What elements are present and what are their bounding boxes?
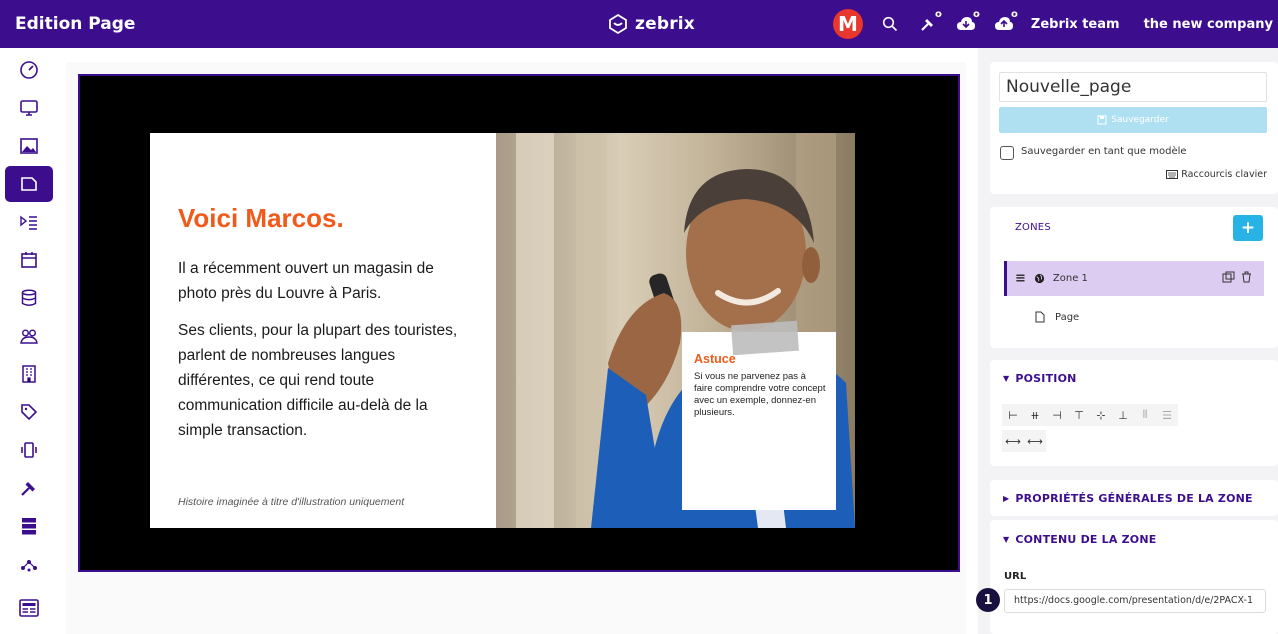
- sidebar-item-tools[interactable]: [5, 470, 53, 506]
- slide-title: Voici Marcos.: [178, 203, 344, 233]
- zone-properties-toggle[interactable]: ▶ PROPRIÉTÉS GÉNÉRALES DE LA ZONE: [1003, 492, 1253, 505]
- zone-name: Zone 1: [1052, 273, 1088, 284]
- calendar-icon: [21, 252, 37, 268]
- tools-icon[interactable]: o: [917, 9, 942, 35]
- playlist-icon: [20, 215, 37, 230]
- slide-paragraph-2: Ses clients, pour la plupart des tourist…: [178, 322, 458, 439]
- page-label: Page: [1055, 311, 1080, 323]
- tip-title: Astuce: [694, 352, 736, 366]
- file-icon: [1035, 311, 1045, 323]
- building-icon: [22, 365, 36, 383]
- cloud-download-icon[interactable]: o: [955, 9, 980, 35]
- save-template-label: Sauvegarder en tant que modèle: [1021, 146, 1187, 157]
- sidebar-item-organization[interactable]: [5, 356, 53, 392]
- stretch-width-icon[interactable]: ⟷: [1002, 430, 1024, 452]
- zones-title: ZONES: [1015, 222, 1051, 233]
- dashboard-icon: [20, 61, 38, 79]
- slide-caption: Histoire imaginée à titre d'illustration…: [178, 496, 405, 508]
- sidebar-item-playlists[interactable]: [5, 204, 53, 240]
- url-label: URL: [1004, 571, 1027, 582]
- monitor-icon: [20, 100, 38, 116]
- sidebar-item-calendar[interactable]: [5, 242, 53, 278]
- caret-down-icon: ▼: [1003, 535, 1010, 544]
- stretch-height-icon[interactable]: ⟷: [1024, 430, 1046, 452]
- align-center-horizontal-icon[interactable]: ⧺: [1024, 404, 1046, 426]
- tag-icon: [21, 404, 38, 421]
- sidebar-item-servers[interactable]: [5, 508, 53, 544]
- align-bottom-icon[interactable]: ⊥: [1112, 404, 1134, 426]
- page-name-input[interactable]: Nouvelle_page: [999, 72, 1267, 102]
- network-icon: [21, 560, 37, 572]
- slide-text-block: Voici Marcos. Il a récemment ouvert un m…: [150, 133, 496, 528]
- save-icon: [1097, 115, 1107, 125]
- server-icon: [22, 518, 36, 535]
- align-center-vertical-icon[interactable]: ⊹: [1090, 404, 1112, 426]
- sidebar-item-data[interactable]: [5, 280, 53, 316]
- tip-text: Si vous ne parvenez pas à faire comprend…: [694, 371, 826, 418]
- database-icon: [21, 289, 37, 306]
- keyboard-shortcuts-link[interactable]: Raccourcis clavier: [1166, 169, 1267, 180]
- copy-icon[interactable]: [1222, 271, 1235, 283]
- page-icon: [21, 177, 37, 191]
- position-section-toggle[interactable]: ▼ POSITION: [1003, 372, 1077, 385]
- search-icon[interactable]: [879, 13, 901, 35]
- brand-logo[interactable]: zebrix: [607, 10, 695, 38]
- alignment-toolbar: ⊢ ⧺ ⊣ ⊤ ⊹ ⊥ ⦀ ☰ ⟷ ⟷: [1002, 404, 1240, 456]
- slide-paragraph-1: Il a récemment ouvert un magasin de phot…: [178, 260, 434, 302]
- align-left-icon[interactable]: ⊢: [1002, 404, 1024, 426]
- caret-down-icon: ▼: [1003, 374, 1010, 383]
- sidebar-item-network[interactable]: [5, 546, 53, 582]
- align-top-icon[interactable]: ⊤: [1068, 404, 1090, 426]
- team-link[interactable]: Zebrix team: [1031, 17, 1120, 32]
- users-icon: [20, 329, 38, 344]
- tip-card: Astuce Si vous ne parvenez pas à faire c…: [682, 332, 836, 510]
- sidebar-item-screens[interactable]: [5, 90, 53, 126]
- trash-icon[interactable]: [1241, 271, 1252, 283]
- globe-icon: [1034, 273, 1044, 284]
- save-label: Sauvegarder: [1111, 115, 1169, 125]
- avatar[interactable]: M: [832, 9, 863, 39]
- zebrix-logo-icon: [609, 13, 627, 35]
- zone-properties-title: PROPRIÉTÉS GÉNÉRALES DE LA ZONE: [1015, 492, 1253, 505]
- distribute-horizontal-icon[interactable]: ⦀: [1134, 404, 1156, 426]
- sidebar-item-news[interactable]: [5, 590, 53, 626]
- top-bar: Edition Page zebrix M o o o Zebrix team …: [0, 0, 1278, 48]
- save-template-checkbox[interactable]: [1000, 146, 1014, 160]
- sidebar-item-tags[interactable]: [5, 394, 53, 430]
- news-icon: [19, 599, 39, 617]
- page-title: Edition Page: [15, 14, 136, 34]
- add-zone-button[interactable]: +: [1233, 215, 1263, 241]
- sidebar-item-pages[interactable]: [5, 166, 53, 202]
- page-item[interactable]: Page: [1035, 311, 1079, 323]
- brand-name: zebrix: [635, 14, 695, 34]
- cloud-upload-icon[interactable]: o: [993, 9, 1018, 35]
- save-button[interactable]: Sauvegarder: [999, 107, 1267, 133]
- sidebar-item-users[interactable]: [5, 318, 53, 354]
- zone-content-toggle[interactable]: ▼ CONTENU DE LA ZONE: [1003, 533, 1156, 546]
- sidebar-item-devices[interactable]: [5, 432, 53, 468]
- device-icon: [21, 442, 37, 458]
- shortcuts-label: Raccourcis clavier: [1181, 169, 1267, 180]
- zone-row[interactable]: ≡ Zone 1: [1004, 261, 1264, 296]
- drag-handle-icon[interactable]: ≡: [1015, 271, 1026, 286]
- sidebar-item-dashboard[interactable]: [5, 52, 53, 88]
- zone-content-title: CONTENU DE LA ZONE: [1015, 533, 1157, 546]
- slide-preview[interactable]: Voici Marcos. Il a récemment ouvert un m…: [150, 133, 855, 528]
- caret-right-icon: ▶: [1003, 494, 1010, 503]
- tape-decoration: [731, 320, 799, 356]
- sidebar-item-media[interactable]: [5, 128, 53, 164]
- company-link[interactable]: the new company: [1144, 17, 1273, 32]
- position-title: POSITION: [1015, 372, 1077, 385]
- tools-icon: [21, 482, 35, 496]
- step-badge: 1: [976, 588, 1000, 612]
- image-icon: [20, 138, 38, 154]
- url-input[interactable]: https://docs.google.com/presentation/d/e…: [1004, 589, 1266, 613]
- sidebar: [0, 48, 58, 634]
- keyboard-icon: [1166, 170, 1179, 179]
- align-right-icon[interactable]: ⊣: [1046, 404, 1068, 426]
- distribute-vertical-icon[interactable]: ☰: [1156, 404, 1178, 426]
